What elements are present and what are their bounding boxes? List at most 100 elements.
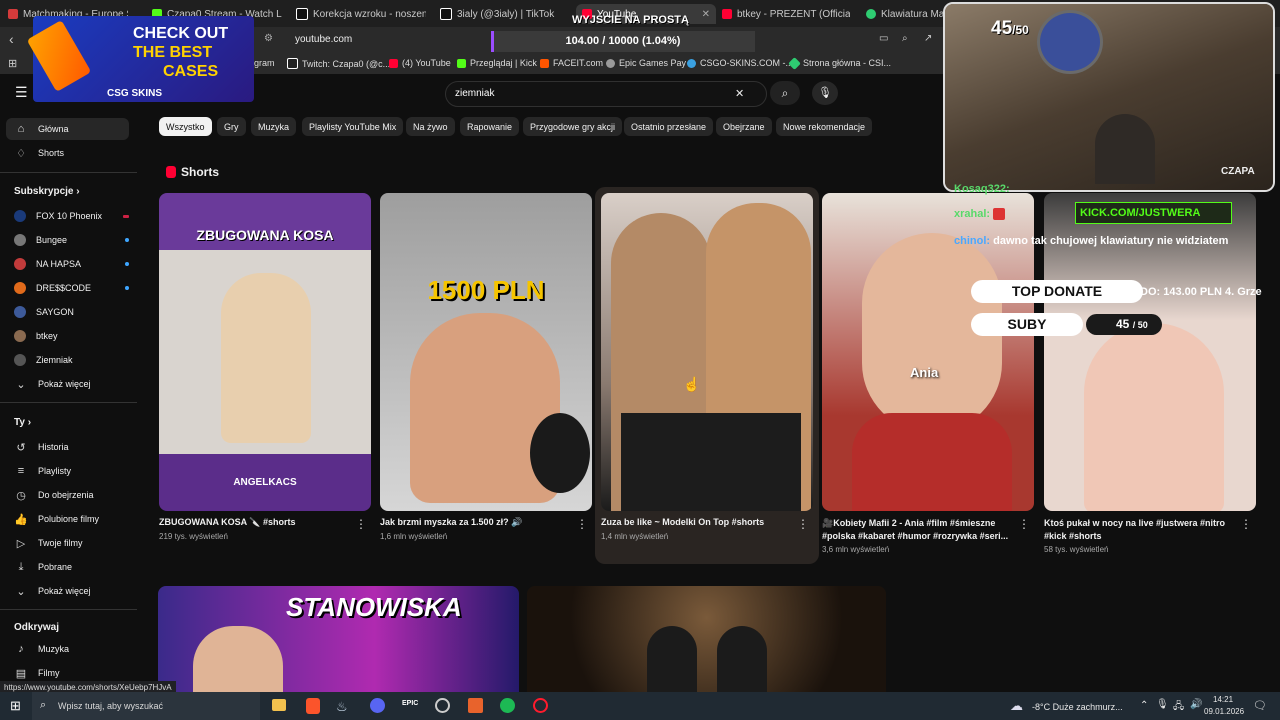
sidebar-item-shorts[interactable]: ♢ Shorts <box>14 142 129 164</box>
bookmark-faceit[interactable]: FACEIT.com <box>540 58 603 68</box>
tab-tiktok[interactable]: 3ialy (@3ialy) | TikTok <box>440 4 560 24</box>
chip-music[interactable]: Muzyka <box>251 117 297 136</box>
sidebar-sub-dresscode[interactable]: DRE$$CODE <box>14 277 129 299</box>
spotify-icon[interactable] <box>500 698 515 713</box>
short-thumbnail[interactable]: ZBUGOWANA KOSA ANGELKACS <box>159 193 371 511</box>
taskbar-search-input[interactable]: ⌕ Wpisz tutaj, aby wyszukać <box>32 692 260 720</box>
tab-btkey[interactable]: btkey - PREZENT (Official Vide <box>722 4 850 24</box>
chip-mix[interactable]: Playlisty YouTube Mix <box>302 117 404 136</box>
sidebar-item-label: Pokaż więcej <box>38 379 91 389</box>
short-thumbnail[interactable] <box>601 193 813 511</box>
notifications-icon[interactable]: 🗨 <box>1253 699 1267 712</box>
chip-rap[interactable]: Rapowanie <box>460 117 520 136</box>
epic-games-icon[interactable]: EPIC <box>402 700 418 707</box>
clock-time[interactable]: 14:21 <box>1213 695 1233 704</box>
sidebar-item-watch-later[interactable]: ◷ Do obejrzenia <box>14 484 129 506</box>
share-icon[interactable]: ↗ <box>924 33 932 44</box>
more-options-icon[interactable]: ⋮ <box>576 517 588 531</box>
sidebar-sub-ziemniak[interactable]: Ziemniak <box>14 349 129 371</box>
tab-favicon <box>866 9 876 19</box>
bookmark-instagram[interactable]: gram <box>254 58 275 68</box>
history-icon: ↺ <box>16 441 26 454</box>
chip-games[interactable]: Gry <box>217 117 246 136</box>
sidebar-sub-saygon[interactable]: SAYGON <box>14 301 129 323</box>
search-button[interactable]: ⌕ <box>770 81 800 105</box>
clock-date[interactable]: 09.01.2026 <box>1204 707 1244 716</box>
cast-icon[interactable]: ▭ <box>879 33 888 44</box>
sidebar-item-playlists[interactable]: ≡ Playlisty <box>14 460 129 482</box>
bookmark-csgo-skins[interactable]: CSGO-SKINS.COM -... <box>687 58 793 68</box>
sidebar-sub-bungee[interactable]: Bungee <box>14 229 129 251</box>
sidebar-show-more-subs[interactable]: ⌄ Pokaż więcej <box>14 373 129 395</box>
faceit-icon <box>540 58 549 68</box>
sidebar-item-label: Muzyka <box>38 644 70 654</box>
subscriptions-header[interactable]: Subskrypcje › <box>14 186 80 197</box>
chip-action-adventure[interactable]: Przygodowe gry akcji <box>523 117 623 136</box>
video-thumbnail[interactable] <box>527 586 886 692</box>
search-input[interactable]: ziemniak ✕ <box>445 81 767 107</box>
network-icon[interactable]: 🖧 <box>1173 699 1184 716</box>
sidebar-item-history[interactable]: ↺ Historia <box>14 436 129 458</box>
discord-icon[interactable] <box>370 698 385 713</box>
new-content-dot <box>125 238 129 242</box>
app-icon[interactable] <box>468 698 483 713</box>
short-thumbnail[interactable]: 1500 PLN <box>380 193 592 511</box>
tab-favicon <box>296 8 308 20</box>
bookmark-twitch[interactable]: Twitch: Czapa0 (@c... <box>287 58 390 69</box>
you-header[interactable]: Ty › <box>14 417 31 428</box>
sidebar-sub-nahapsa[interactable]: NA HAPSA <box>14 253 129 275</box>
chip-new-recs[interactable]: Nowe rekomendacje <box>776 117 873 136</box>
windows-start-icon[interactable]: ⊞ <box>10 698 21 714</box>
sidebar-item-label: Do obejrzenia <box>38 490 94 500</box>
bookmark-favicon <box>788 56 801 70</box>
volume-icon[interactable]: 🔊 <box>1190 699 1202 710</box>
weather-text[interactable]: -8°C Duże zachmurz... <box>1032 702 1123 712</box>
sidebar-item-liked[interactable]: 👍 Polubione filmy <box>14 508 129 530</box>
short-title[interactable]: ZBUGOWANA KOSA 🔪 #shorts <box>159 517 349 528</box>
tab-korekcja[interactable]: Korekcja wzroku - noszenie ok <box>296 4 426 24</box>
apps-grid-icon[interactable]: ⊞ <box>8 57 17 70</box>
chip-watched[interactable]: Obejrzane <box>716 117 772 136</box>
back-icon[interactable]: ‹ <box>9 31 14 47</box>
more-options-icon[interactable]: ⋮ <box>1018 517 1030 531</box>
menu-icon[interactable]: ☰ <box>15 84 28 101</box>
sidebar-item-your-videos[interactable]: ▷ Twoje filmy <box>14 532 129 554</box>
video-thumbnail[interactable]: STANOWISKA <box>158 586 519 692</box>
steam-icon[interactable]: ♨ <box>336 699 348 715</box>
chip-live[interactable]: Na żywo <box>406 117 455 136</box>
file-explorer-icon[interactable] <box>272 699 286 711</box>
chip-all[interactable]: Wszystko <box>159 117 212 136</box>
chevron-up-icon[interactable]: ⌃ <box>1140 700 1148 711</box>
streamer-name: CZAPA <box>1221 166 1255 177</box>
sidebar-sub-fox10[interactable]: FOX 10 Phoenix <box>14 205 129 227</box>
voice-search-button[interactable]: 🎙 <box>812 81 838 105</box>
more-options-icon[interactable]: ⋮ <box>355 517 367 531</box>
more-options-icon[interactable]: ⋮ <box>797 517 809 531</box>
opera-icon[interactable] <box>533 698 548 713</box>
brave-browser-icon[interactable] <box>306 698 320 714</box>
short-title[interactable]: Ktoś pukał w nocy na live #justwera #nit… <box>1044 517 1236 543</box>
short-title[interactable]: Jak brzmi myszka za 1.500 zł? 🔊 <box>380 517 570 528</box>
short-title[interactable]: Zuza be like ~ Modelki On Top #shorts <box>601 517 791 527</box>
bookmark-kick[interactable]: Przeglądaj | Kick <box>457 58 537 68</box>
microphone-icon[interactable]: 🎙 <box>1156 699 1169 710</box>
search-icon: ⌕ <box>40 699 47 711</box>
bookmark-csi[interactable]: Strona główna - CSI... <box>788 56 891 70</box>
bookmark-youtube[interactable]: (4) YouTube <box>389 58 451 68</box>
more-options-icon[interactable]: ⋮ <box>1240 517 1252 531</box>
clear-search-icon[interactable]: ✕ <box>735 87 744 100</box>
sidebar-item-home[interactable]: ⌂ Główna <box>6 118 129 140</box>
short-title[interactable]: 🎥Kobiety Mafii 2 - Ania #film #śmieszne … <box>822 517 1014 543</box>
tab-klawiatura[interactable]: Klawiatura Magnet <box>866 4 946 24</box>
sidebar-item-music[interactable]: ♪ Muzyka <box>14 638 129 660</box>
close-tab-icon[interactable]: ✕ <box>702 9 710 20</box>
url-field[interactable]: youtube.com <box>295 34 352 45</box>
bookmark-epic[interactable]: Epic Games Pay <box>606 58 686 68</box>
sidebar-item-downloads[interactable]: ⤓ Pobrane <box>14 556 129 578</box>
sidebar-show-more-you[interactable]: ⌄ Pokaż więcej <box>14 580 129 602</box>
site-info-icon[interactable]: ⚙ <box>264 33 273 44</box>
obs-icon[interactable] <box>435 698 450 713</box>
chip-recent[interactable]: Ostatnio przesłane <box>624 117 714 136</box>
sidebar-sub-btkey[interactable]: btkey <box>14 325 129 347</box>
zoom-icon[interactable]: ⌕ <box>902 33 908 44</box>
